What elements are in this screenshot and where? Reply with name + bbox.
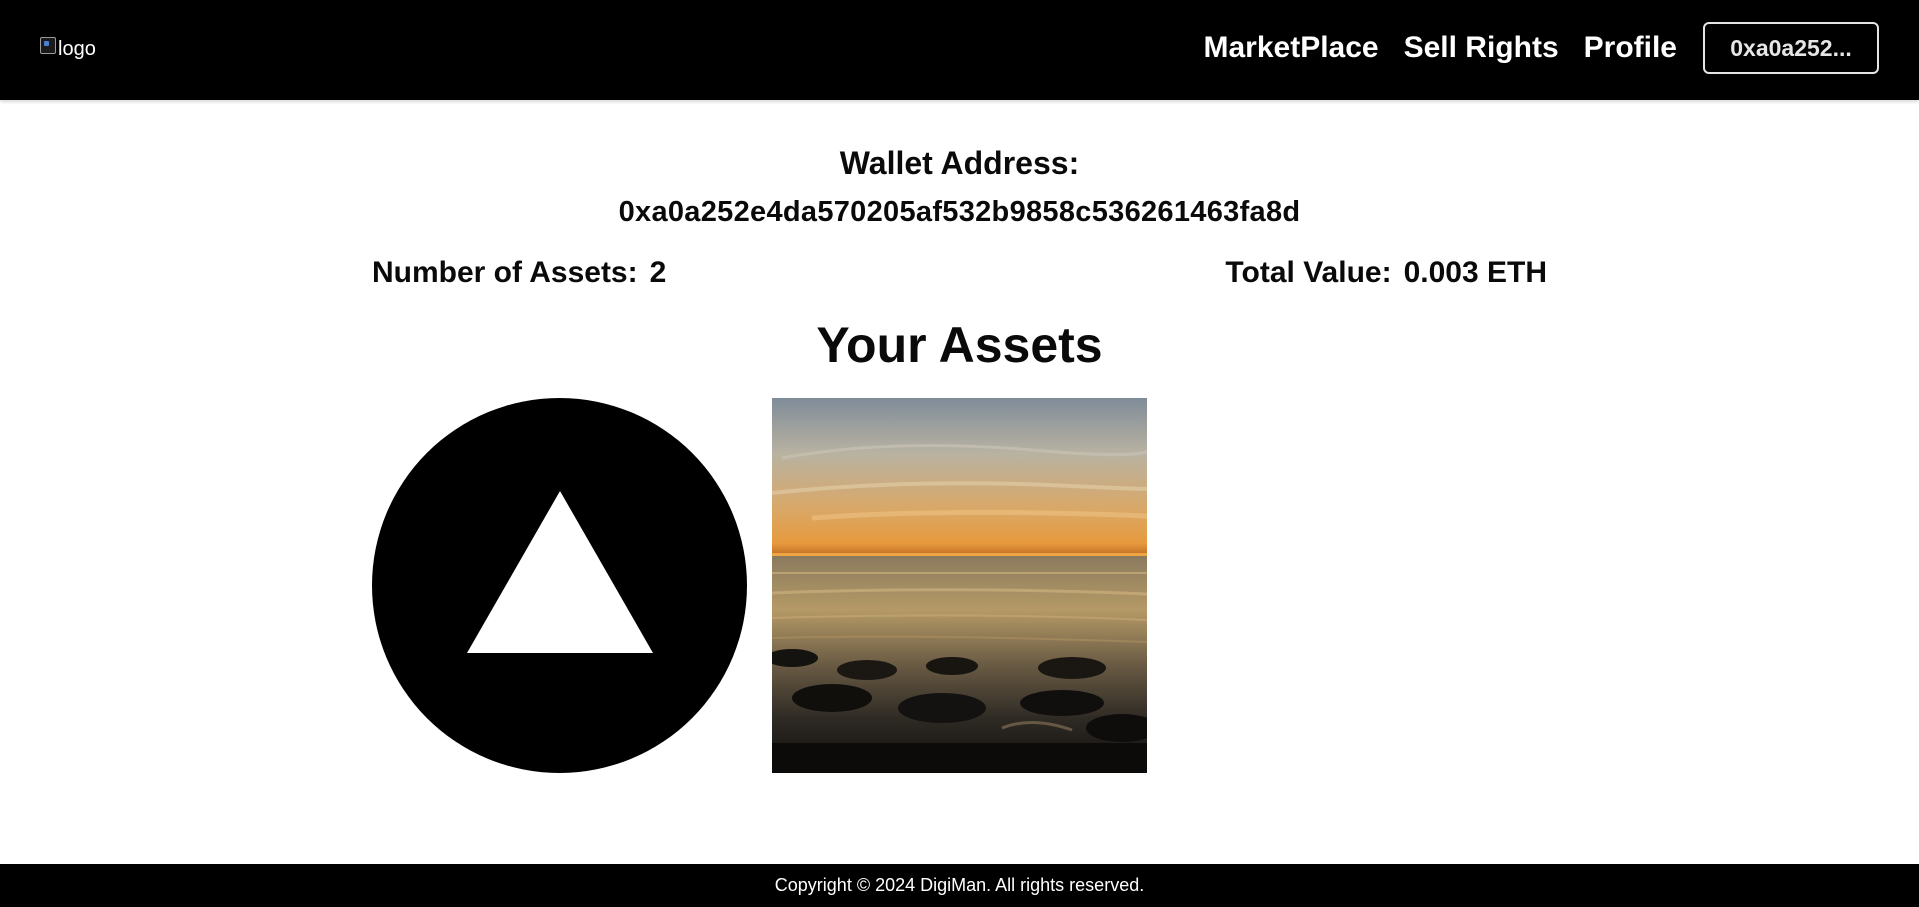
assets-count-stat: Number of Assets: 2 bbox=[372, 254, 666, 292]
your-assets-heading: Your Assets bbox=[816, 317, 1103, 373]
total-value-label: Total Value: bbox=[1225, 256, 1392, 289]
broken-image-icon bbox=[40, 37, 56, 54]
sunset-seashore-image bbox=[772, 398, 1147, 773]
asset-card[interactable] bbox=[772, 398, 1147, 773]
nav-link-profile[interactable]: Profile bbox=[1584, 31, 1677, 65]
nav-link-sell-rights[interactable]: Sell Rights bbox=[1404, 31, 1559, 65]
logo-alt-text: logo bbox=[58, 38, 96, 60]
triangle-in-circle-icon bbox=[372, 398, 747, 773]
asset-card[interactable] bbox=[372, 398, 747, 773]
total-value-value: 0.003 ETH bbox=[1403, 256, 1547, 289]
footer: Copyright © 2024 DigiMan. All rights res… bbox=[0, 864, 1919, 907]
wallet-address-value: 0xa0a252e4da570205af532b9858c536261463fa… bbox=[618, 196, 1301, 228]
assets-count-label: Number of Assets: bbox=[372, 256, 638, 289]
navbar: logo MarketPlace Sell Rights Profile 0xa… bbox=[0, 0, 1919, 100]
total-value-stat: Total Value: 0.003 ETH bbox=[1225, 254, 1547, 292]
asset-grid bbox=[372, 398, 1172, 773]
copyright-text: Copyright © 2024 DigiMan. All rights res… bbox=[774, 875, 1145, 895]
logo[interactable]: logo bbox=[40, 37, 96, 61]
wallet-address-label: Wallet Address: bbox=[839, 145, 1080, 181]
wallet-connect-button[interactable]: 0xa0a252... bbox=[1703, 22, 1879, 74]
nav-link-marketplace[interactable]: MarketPlace bbox=[1204, 31, 1379, 65]
nav-links: MarketPlace Sell Rights Profile 0xa0a252… bbox=[1204, 22, 1879, 74]
assets-count-value: 2 bbox=[649, 256, 667, 289]
